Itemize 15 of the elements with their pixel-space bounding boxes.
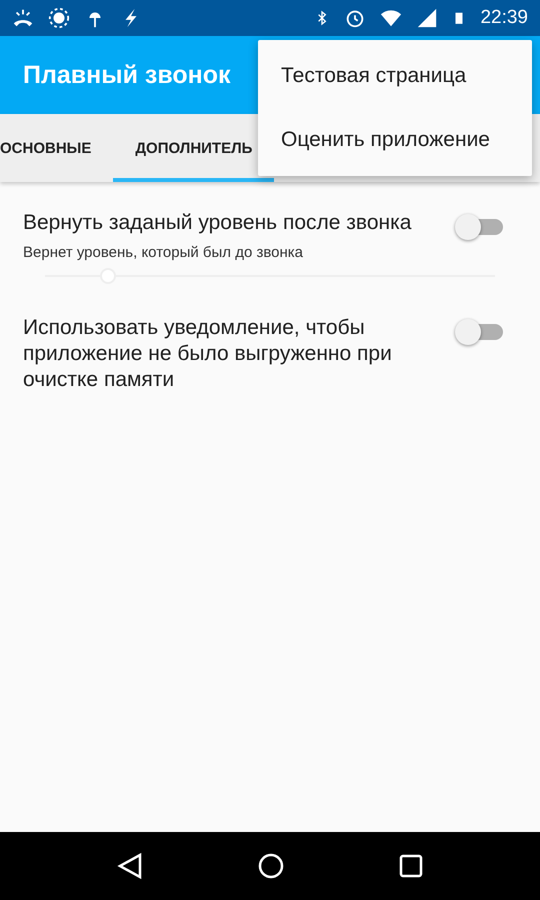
signal-icon xyxy=(416,7,438,29)
phone-icon xyxy=(12,7,34,29)
home-icon[interactable] xyxy=(257,852,285,880)
app-title: Плавный звонок xyxy=(23,60,231,90)
setting-summary: Вернет уровень, который был до звонка xyxy=(23,244,304,261)
setting-title: Вернуть заданый уровень после звонка xyxy=(23,210,412,236)
tab[interactable]: ОСНОВНЫЕ xyxy=(0,114,114,182)
toggle-switch[interactable] xyxy=(455,212,505,242)
status-time: 22:39 xyxy=(480,7,528,29)
recents-icon[interactable] xyxy=(399,854,423,878)
back-icon[interactable] xyxy=(117,852,143,880)
toggle-switch[interactable] xyxy=(455,317,505,347)
brightness-icon xyxy=(48,7,70,29)
setting-title: Использовать уведомление, чтобы приложение не было выгруженно при очистке памяти xyxy=(23,315,393,393)
menu-item[interactable]: Тестовая страница xyxy=(258,44,532,108)
